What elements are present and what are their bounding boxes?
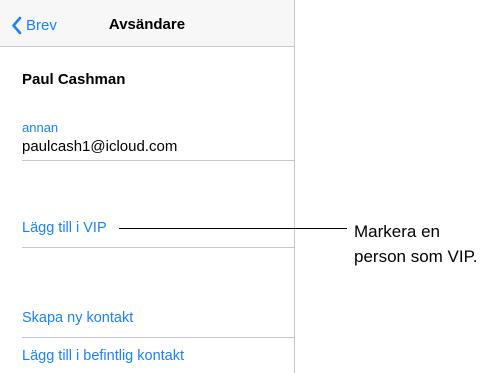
callout-line-1: Markera en bbox=[354, 222, 440, 241]
separator bbox=[22, 247, 294, 248]
separator bbox=[22, 337, 294, 338]
separator bbox=[22, 160, 294, 161]
add-to-existing-contact-button[interactable]: Lägg till i befintlig kontakt bbox=[22, 348, 184, 364]
phone-screen: Brev Avsändare Paul Cashman annan paulca… bbox=[0, 0, 295, 373]
email-type-label: annan bbox=[22, 120, 59, 135]
callout-annotation: Markera en person som VIP. bbox=[354, 219, 477, 269]
contact-name: Paul Cashman bbox=[22, 71, 126, 88]
page-title: Avsändare bbox=[108, 16, 186, 33]
email-address[interactable]: paulcash1@icloud.com bbox=[22, 138, 177, 155]
callout-line bbox=[119, 228, 347, 229]
navigation-bar: Brev Avsändare bbox=[0, 0, 294, 47]
create-new-contact-button[interactable]: Skapa ny kontakt bbox=[22, 310, 133, 326]
callout-line-2: person som VIP. bbox=[354, 247, 478, 266]
add-to-vip-button[interactable]: Lägg till i VIP bbox=[22, 220, 107, 236]
